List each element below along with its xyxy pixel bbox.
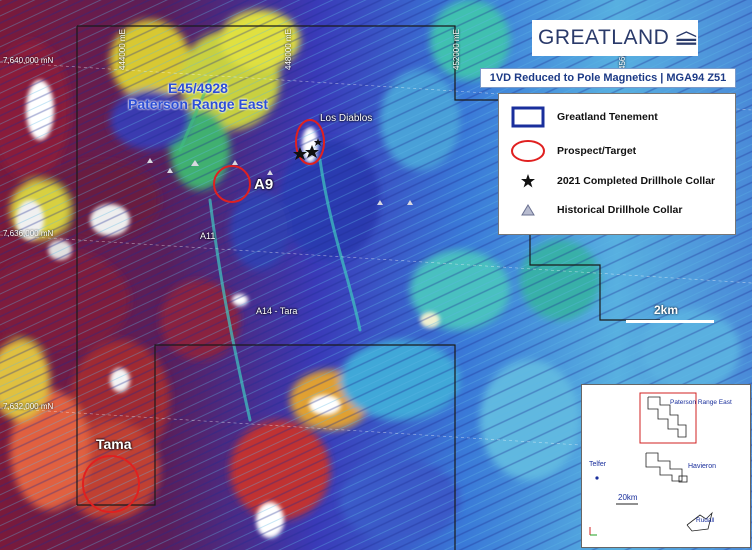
legend-item-star: 2021 Completed Drillhole Collar bbox=[499, 174, 715, 188]
northing-label-2: 7,636,000 mN bbox=[3, 229, 54, 238]
northing-label-1: 7,640,000 mN bbox=[3, 56, 54, 65]
inset-label-havieron: Havieron bbox=[688, 463, 717, 470]
inset-label-paterson: Paterson Range East bbox=[670, 399, 732, 406]
tenement-name-label: Paterson Range East bbox=[128, 96, 269, 112]
blue-square-icon bbox=[511, 106, 545, 128]
tenement-id-label: E45/4928 bbox=[168, 80, 228, 96]
legend-item-triangle: Historical Drillhole Collar bbox=[499, 204, 682, 216]
inset-label-rudall: Rudall bbox=[696, 517, 715, 524]
logo-text: GREATLAND bbox=[538, 26, 670, 49]
black-star-icon bbox=[521, 174, 535, 188]
grey-triangle-icon bbox=[521, 204, 535, 216]
a9-label: A9 bbox=[254, 176, 274, 193]
a11-label: A11 bbox=[200, 231, 216, 241]
inset-scale-label: 20km bbox=[618, 493, 638, 502]
tama-label: Tama bbox=[96, 436, 132, 452]
legend-label-triangle: Historical Drillhole Collar bbox=[557, 204, 683, 216]
scale-bar bbox=[626, 320, 714, 323]
easting-label-1: 444000 mE bbox=[118, 29, 127, 70]
logo-mark-icon bbox=[676, 31, 697, 45]
legend-label-star: 2021 Completed Drillhole Collar bbox=[557, 175, 716, 187]
a14-label: A14 - Tara bbox=[256, 306, 298, 316]
easting-label-2: 448000 mE bbox=[284, 29, 293, 70]
inset-label-telfer: Telfer bbox=[589, 461, 607, 468]
legend-item-tenement: Greatland Tenement bbox=[499, 106, 658, 128]
legend-label-prospect: Prospect/Target bbox=[557, 145, 637, 157]
los-diablos-label: Los Diablos bbox=[320, 113, 373, 124]
legend-item-prospect: Prospect/Target bbox=[499, 139, 636, 163]
red-ellipse-icon bbox=[511, 140, 545, 162]
inset-map-graphic bbox=[589, 392, 713, 536]
greatland-logo: GREATLAND bbox=[532, 20, 698, 56]
legend-label-tenement: Greatland Tenement bbox=[557, 111, 658, 123]
scale-bar-label: 2km bbox=[654, 303, 679, 317]
easting-label-3: 452000 mE bbox=[452, 29, 461, 70]
map-legend: Greatland Tenement Prospect/Target 2021 … bbox=[498, 93, 736, 235]
map-title: 1VD Reduced to Pole Magnetics | MGA94 Z5… bbox=[480, 68, 736, 88]
location-inset-map: Paterson Range East Telfer Havieron 20km… bbox=[581, 384, 751, 548]
northing-label-3: 7,632,000 mN bbox=[3, 402, 54, 411]
